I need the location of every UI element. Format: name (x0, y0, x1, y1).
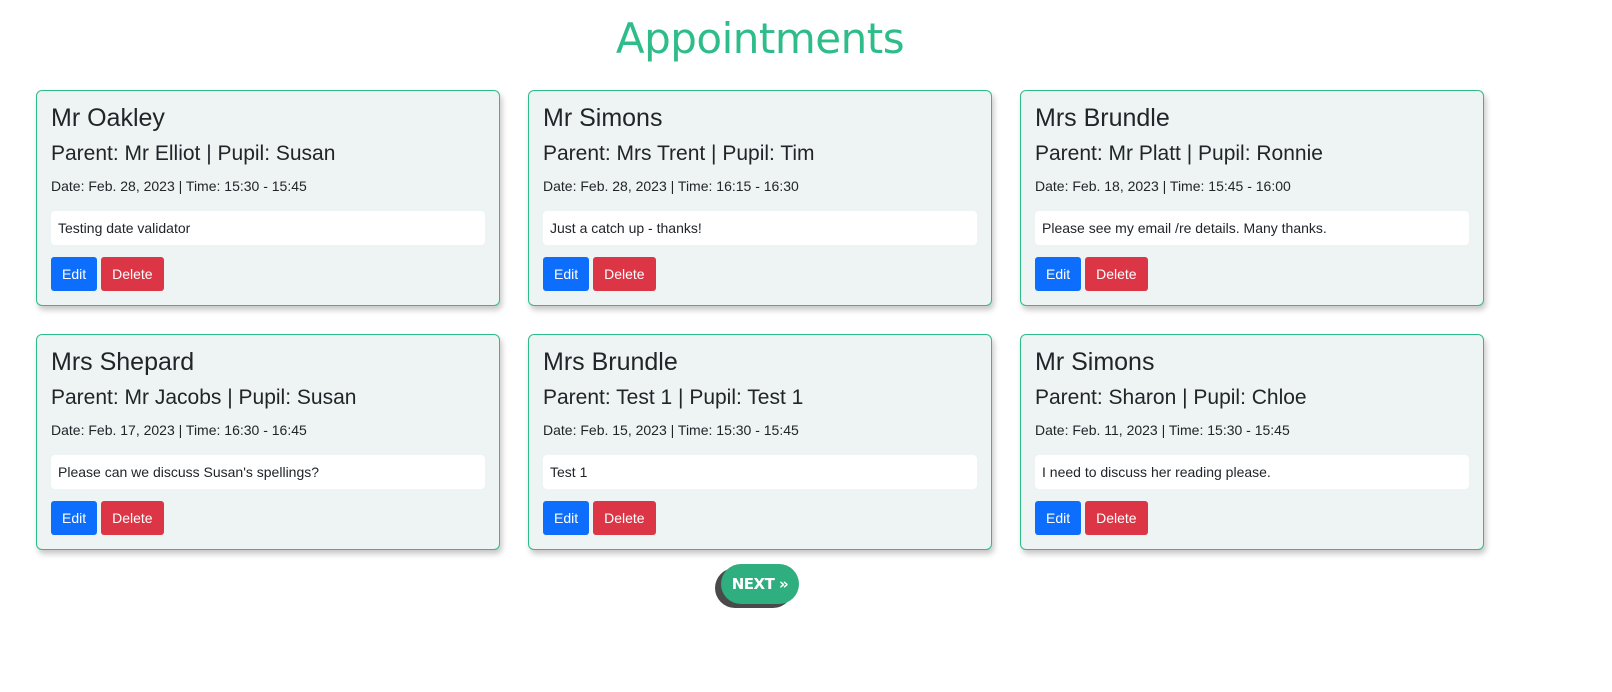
card-actions: Edit Delete (51, 257, 164, 291)
delete-button[interactable]: Delete (1085, 501, 1148, 535)
teacher-name: Mr Simons (1035, 348, 1155, 376)
appointment-card: Mrs Brundle Parent: Test 1 | Pupil: Test… (528, 334, 992, 550)
card-actions: Edit Delete (1035, 257, 1148, 291)
teacher-name: Mrs Brundle (543, 348, 678, 376)
date-time-line: Date: Feb. 18, 2023 | Time: 15:45 - 16:0… (1035, 178, 1291, 194)
edit-button[interactable]: Edit (51, 257, 98, 291)
parent-pupil-line: Parent: Mr Elliot | Pupil: Susan (51, 142, 336, 165)
date-time-line: Date: Feb. 28, 2023 | Time: 16:15 - 16:3… (543, 178, 799, 194)
teacher-name: Mr Simons (543, 104, 663, 132)
appointment-note: Just a catch up - thanks! (543, 211, 977, 245)
card-actions: Edit Delete (51, 501, 164, 535)
date-time-line: Date: Feb. 15, 2023 | Time: 15:30 - 15:4… (543, 422, 799, 438)
appointment-note: Please see my email /re details. Many th… (1035, 211, 1469, 245)
appointments-grid: Mr Oakley Parent: Mr Elliot | Pupil: Sus… (36, 90, 1484, 550)
appointment-note: Please can we discuss Susan's spellings? (51, 455, 485, 489)
appointments-page: Appointments Mr Oakley Parent: Mr Elliot… (0, 0, 1612, 692)
edit-button[interactable]: Edit (543, 257, 590, 291)
edit-button[interactable]: Edit (1035, 501, 1082, 535)
appointment-note: I need to discuss her reading please. (1035, 455, 1469, 489)
next-page-button[interactable]: NEXT » (721, 564, 799, 604)
date-time-line: Date: Feb. 17, 2023 | Time: 16:30 - 16:4… (51, 422, 307, 438)
parent-pupil-line: Parent: Mr Platt | Pupil: Ronnie (1035, 142, 1323, 165)
card-actions: Edit Delete (543, 257, 656, 291)
appointment-card: Mr Simons Parent: Sharon | Pupil: Chloe … (1020, 334, 1484, 550)
appointment-note: Test 1 (543, 455, 977, 489)
delete-button[interactable]: Delete (593, 257, 656, 291)
page-title: Appointments (615, 14, 905, 63)
teacher-name: Mrs Brundle (1035, 104, 1170, 132)
edit-button[interactable]: Edit (543, 501, 590, 535)
parent-pupil-line: Parent: Test 1 | Pupil: Test 1 (543, 386, 804, 409)
appointment-card: Mrs Shepard Parent: Mr Jacobs | Pupil: S… (36, 334, 500, 550)
date-time-line: Date: Feb. 11, 2023 | Time: 15:30 - 15:4… (1035, 422, 1290, 438)
edit-button[interactable]: Edit (51, 501, 98, 535)
teacher-name: Mrs Shepard (51, 348, 195, 376)
delete-button[interactable]: Delete (101, 257, 164, 291)
pagination: NEXT » (715, 564, 799, 608)
teacher-name: Mr Oakley (51, 104, 165, 132)
parent-pupil-line: Parent: Mr Jacobs | Pupil: Susan (51, 386, 357, 409)
appointment-card: Mr Oakley Parent: Mr Elliot | Pupil: Sus… (36, 90, 500, 306)
appointment-card: Mr Simons Parent: Mrs Trent | Pupil: Tim… (528, 90, 992, 306)
delete-button[interactable]: Delete (101, 501, 164, 535)
edit-button[interactable]: Edit (1035, 257, 1082, 291)
card-actions: Edit Delete (1035, 501, 1148, 535)
card-actions: Edit Delete (543, 501, 656, 535)
delete-button[interactable]: Delete (593, 501, 656, 535)
delete-button[interactable]: Delete (1085, 257, 1148, 291)
appointment-note: Testing date validator (51, 211, 485, 245)
date-time-line: Date: Feb. 28, 2023 | Time: 15:30 - 15:4… (51, 178, 307, 194)
appointment-card: Mrs Brundle Parent: Mr Platt | Pupil: Ro… (1020, 90, 1484, 306)
parent-pupil-line: Parent: Sharon | Pupil: Chloe (1035, 386, 1307, 409)
parent-pupil-line: Parent: Mrs Trent | Pupil: Tim (543, 142, 815, 165)
